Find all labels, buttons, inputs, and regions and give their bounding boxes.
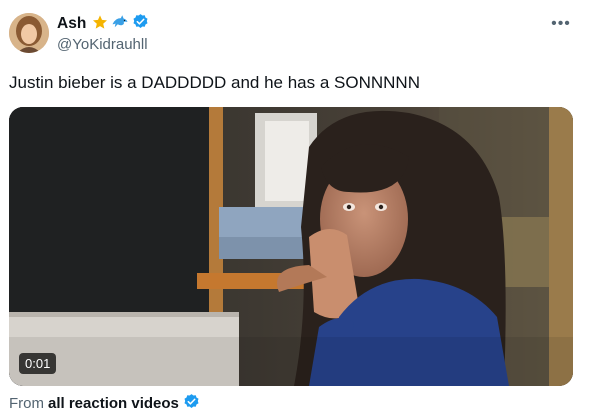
attribution-prefix: From bbox=[9, 395, 44, 412]
video-player[interactable]: 0:01 bbox=[9, 107, 573, 386]
tweet-text: Justin bieber is a DADDDDD and he has a … bbox=[9, 73, 420, 92]
author-handle[interactable]: @YoKidrauhll bbox=[57, 36, 148, 53]
author-name-row: Ash bbox=[57, 13, 149, 35]
verified-badge-icon bbox=[132, 13, 149, 35]
video-timestamp: 0:01 bbox=[19, 353, 57, 374]
verified-badge-icon bbox=[183, 393, 200, 414]
attribution-source-link[interactable]: all reaction videos bbox=[48, 395, 179, 412]
source-attribution: From all reaction videos bbox=[9, 393, 200, 414]
star-icon bbox=[92, 14, 108, 35]
author-name[interactable]: Ash bbox=[57, 15, 86, 33]
dolphin-icon bbox=[111, 14, 129, 35]
author-avatar[interactable] bbox=[9, 13, 49, 53]
video-frame bbox=[9, 107, 573, 386]
more-options-icon[interactable]: ••• bbox=[550, 14, 572, 34]
avatar-image bbox=[9, 13, 49, 53]
